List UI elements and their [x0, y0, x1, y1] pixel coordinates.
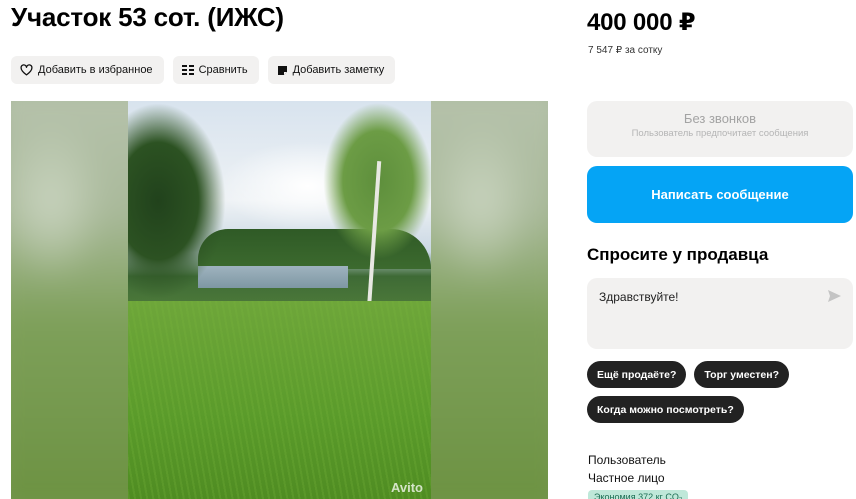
add-note-button[interactable]: Добавить заметку: [267, 56, 396, 84]
write-message-button[interactable]: Написать сообщение: [587, 166, 853, 223]
page-title: Участок 53 сот. (ИЖС): [11, 2, 284, 32]
quick-questions: Ещё продаёте? Торг уместен? Когда можно …: [587, 361, 853, 423]
message-box[interactable]: [587, 278, 853, 349]
price: 400 000 ₽: [587, 9, 696, 36]
note-icon: [277, 65, 287, 75]
send-icon[interactable]: [828, 290, 841, 302]
listing-photo[interactable]: Avito: [128, 101, 431, 499]
compare-button[interactable]: Сравнить: [172, 56, 259, 84]
price-per-unit: 7 547 ₽ за сотку: [588, 45, 663, 56]
quick-question-when-to-view[interactable]: Когда можно посмотреть?: [587, 396, 744, 423]
ask-seller-title: Спросите у продавца: [587, 245, 769, 264]
add-to-favorites-button[interactable]: Добавить в избранное: [11, 56, 164, 84]
compare-label: Сравнить: [198, 64, 248, 76]
compare-icon: [181, 65, 194, 75]
add-to-favorites-label: Добавить в избранное: [38, 64, 153, 76]
add-note-label: Добавить заметку: [292, 64, 385, 76]
avito-watermark: Avito: [390, 480, 423, 495]
seller-info: Пользователь Частное лицо: [588, 451, 666, 487]
no-calls-title: Без звонков: [683, 111, 757, 126]
seller-type: Частное лицо: [588, 471, 665, 485]
no-calls-notice: Без звонков Пользователь предпочитает со…: [587, 101, 853, 157]
quick-question-negotiable[interactable]: Торг уместен?: [694, 361, 790, 388]
eco-badge: Экономия 372 кг CO₂: [588, 490, 689, 499]
heart-icon: [20, 64, 33, 76]
photo-gallery[interactable]: Avito: [11, 101, 548, 499]
photo-grass: [128, 301, 431, 499]
seller-name[interactable]: Пользователь: [588, 451, 666, 469]
no-calls-subtitle: Пользователь предпочитает сообщения: [631, 128, 809, 139]
quick-question-still-selling[interactable]: Ещё продаёте?: [587, 361, 687, 388]
message-input[interactable]: [599, 290, 809, 304]
listing-actions: Добавить в избранное Сравнить Добавить з…: [11, 56, 396, 84]
